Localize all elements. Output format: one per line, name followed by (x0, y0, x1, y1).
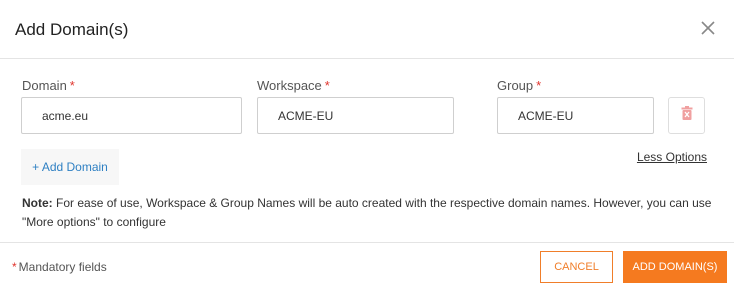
domain-label: Domain * (22, 78, 75, 93)
workspace-label: Workspace * (257, 78, 330, 93)
workspace-input[interactable] (257, 97, 454, 134)
mandatory-text: Mandatory fields (18, 260, 107, 274)
required-mark: * (12, 260, 17, 274)
group-label: Group * (497, 78, 541, 93)
note-label: Note: (22, 196, 53, 210)
required-mark: * (536, 78, 542, 93)
note-body: For ease of use, Workspace & Group Names… (22, 196, 712, 229)
dialog-header: Add Domain(s) (0, 0, 734, 59)
domain-input[interactable] (21, 97, 242, 134)
add-domains-button[interactable]: ADD DOMAIN(S) (623, 251, 727, 283)
required-mark: * (324, 78, 330, 93)
domain-label-text: Domain (22, 78, 67, 93)
close-icon[interactable] (700, 20, 716, 36)
mandatory-fields-hint: * Mandatory fields (12, 260, 107, 274)
group-label-text: Group (497, 78, 534, 93)
add-domain-button[interactable]: + Add Domain (21, 149, 119, 185)
dialog-title: Add Domain(s) (15, 20, 129, 39)
delete-row-button[interactable] (668, 97, 705, 134)
note-text: Note: For ease of use, Workspace & Group… (22, 194, 712, 232)
cancel-button[interactable]: CANCEL (540, 251, 613, 283)
required-mark: * (69, 78, 75, 93)
workspace-label-text: Workspace (257, 78, 322, 93)
trash-icon (681, 106, 693, 125)
group-input[interactable] (497, 97, 654, 134)
less-options-link[interactable]: Less Options (637, 150, 707, 164)
